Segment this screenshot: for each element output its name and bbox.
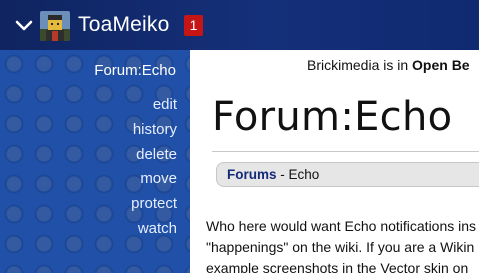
chevron-down-icon[interactable]	[14, 15, 34, 35]
avatar[interactable]	[40, 11, 70, 41]
action-edit[interactable]: edit	[131, 93, 177, 118]
page-actions-menu: edit history delete move protect watch	[131, 93, 177, 242]
page-title: Forum:Echo	[212, 94, 453, 140]
post-line: "happenings" on the wiki. If you are a W…	[206, 239, 475, 255]
action-move[interactable]: move	[131, 167, 177, 192]
post-line: Who here would want Echo notifications i…	[206, 218, 477, 234]
sidebar: Forum:Echo edit history delete move prot…	[0, 50, 190, 273]
content-area: Brickimedia is in Open Be Forum:Echo For…	[190, 50, 479, 273]
action-protect[interactable]: protect	[131, 192, 177, 217]
action-history[interactable]: history	[131, 118, 177, 143]
breadcrumb-forums-link[interactable]: Forums	[227, 167, 277, 182]
post-line: example screenshots in the Vector skin o…	[206, 260, 469, 273]
breadcrumb: Forums - Echo	[216, 162, 479, 187]
post-body: Who here would want Echo notifications i…	[206, 216, 479, 273]
sidebar-page-title[interactable]: Forum:Echo	[94, 62, 176, 79]
title-divider	[212, 151, 479, 152]
action-watch[interactable]: watch	[131, 217, 177, 242]
notice-text: Brickimedia is in	[307, 57, 413, 73]
breadcrumb-current: - Echo	[276, 167, 320, 182]
site-notice: Brickimedia is in Open Be	[307, 57, 470, 73]
action-delete[interactable]: delete	[131, 143, 177, 168]
username-link[interactable]: ToaMeiko	[78, 11, 169, 39]
notice-bold: Open Be	[412, 57, 470, 73]
notification-badge[interactable]: 1	[184, 15, 203, 36]
top-bar: ToaMeiko 1	[0, 0, 479, 50]
